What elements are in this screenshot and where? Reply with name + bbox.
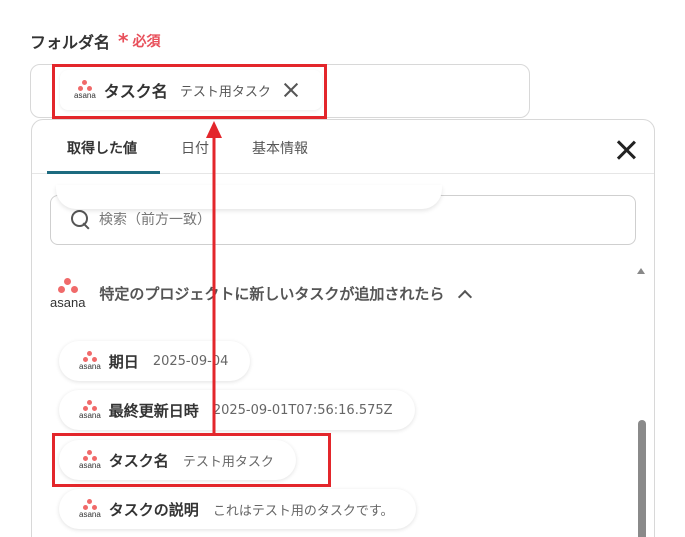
list-item[interactable]: asana タスク名 テスト用タスク xyxy=(59,440,296,480)
list-item[interactable]: asana 最終更新日時 2025-09-01T07:56:16.575Z xyxy=(59,390,415,430)
item-value: 2025-09-01T07:56:16.575Z xyxy=(212,402,393,418)
asana-logo-icon: asana xyxy=(79,450,101,470)
asana-logo-icon: asana xyxy=(79,499,101,519)
field-label-text: フォルダ名 xyxy=(30,33,111,52)
item-name: 最終更新日時 xyxy=(108,401,199,420)
search-input[interactable] xyxy=(99,212,579,228)
asana-logo-icon: asana xyxy=(50,278,85,309)
tab-basic-info[interactable]: 基本情報 xyxy=(252,138,308,158)
required-text: 必須 xyxy=(132,34,161,50)
tab-retrieved-values[interactable]: 取得した値 xyxy=(67,138,137,158)
list-item[interactable]: asana 期日 2025-09-04 xyxy=(59,341,251,381)
required-star: * xyxy=(118,29,129,53)
search-icon xyxy=(71,210,91,230)
group-title: 特定のプロジェクトに新しいタスクが追加されたら xyxy=(99,285,445,303)
chip-value: テスト用タスク xyxy=(179,84,271,100)
remove-chip-icon[interactable] xyxy=(283,82,299,98)
list-item[interactable]: asana タスクの説明 これはテスト用のタスクです。 xyxy=(59,489,416,529)
partially-hidden-item[interactable] xyxy=(56,185,442,209)
asana-logo-icon: asana xyxy=(74,80,96,100)
item-name: タスクの説明 xyxy=(108,500,199,519)
chip-name: タスク名 xyxy=(103,82,168,101)
selected-value-chip[interactable]: asana タスク名 テスト用タスク xyxy=(60,70,322,110)
chevron-up-icon[interactable] xyxy=(458,289,473,304)
item-value: これはテスト用のタスクです。 xyxy=(212,503,394,519)
active-tab-indicator xyxy=(47,171,160,174)
tab-date[interactable]: 日付 xyxy=(181,138,209,158)
item-name: 期日 xyxy=(108,352,139,371)
tab-bar: 取得した値 日付 基本情報 xyxy=(32,120,654,174)
item-value: テスト用タスク xyxy=(182,454,274,470)
trigger-group-header[interactable]: asana 特定のプロジェクトに新しいタスクが追加されたら xyxy=(50,278,473,309)
item-name: タスク名 xyxy=(108,451,169,470)
close-icon[interactable] xyxy=(616,140,636,160)
item-value: 2025-09-04 xyxy=(152,353,229,369)
scroll-up-arrow[interactable] xyxy=(637,268,645,274)
asana-logo-icon: asana xyxy=(79,400,101,420)
folder-name-label: フォルダ名 * 必須 xyxy=(30,29,160,53)
scrollbar-thumb[interactable] xyxy=(638,420,646,537)
asana-logo-icon: asana xyxy=(79,351,101,371)
